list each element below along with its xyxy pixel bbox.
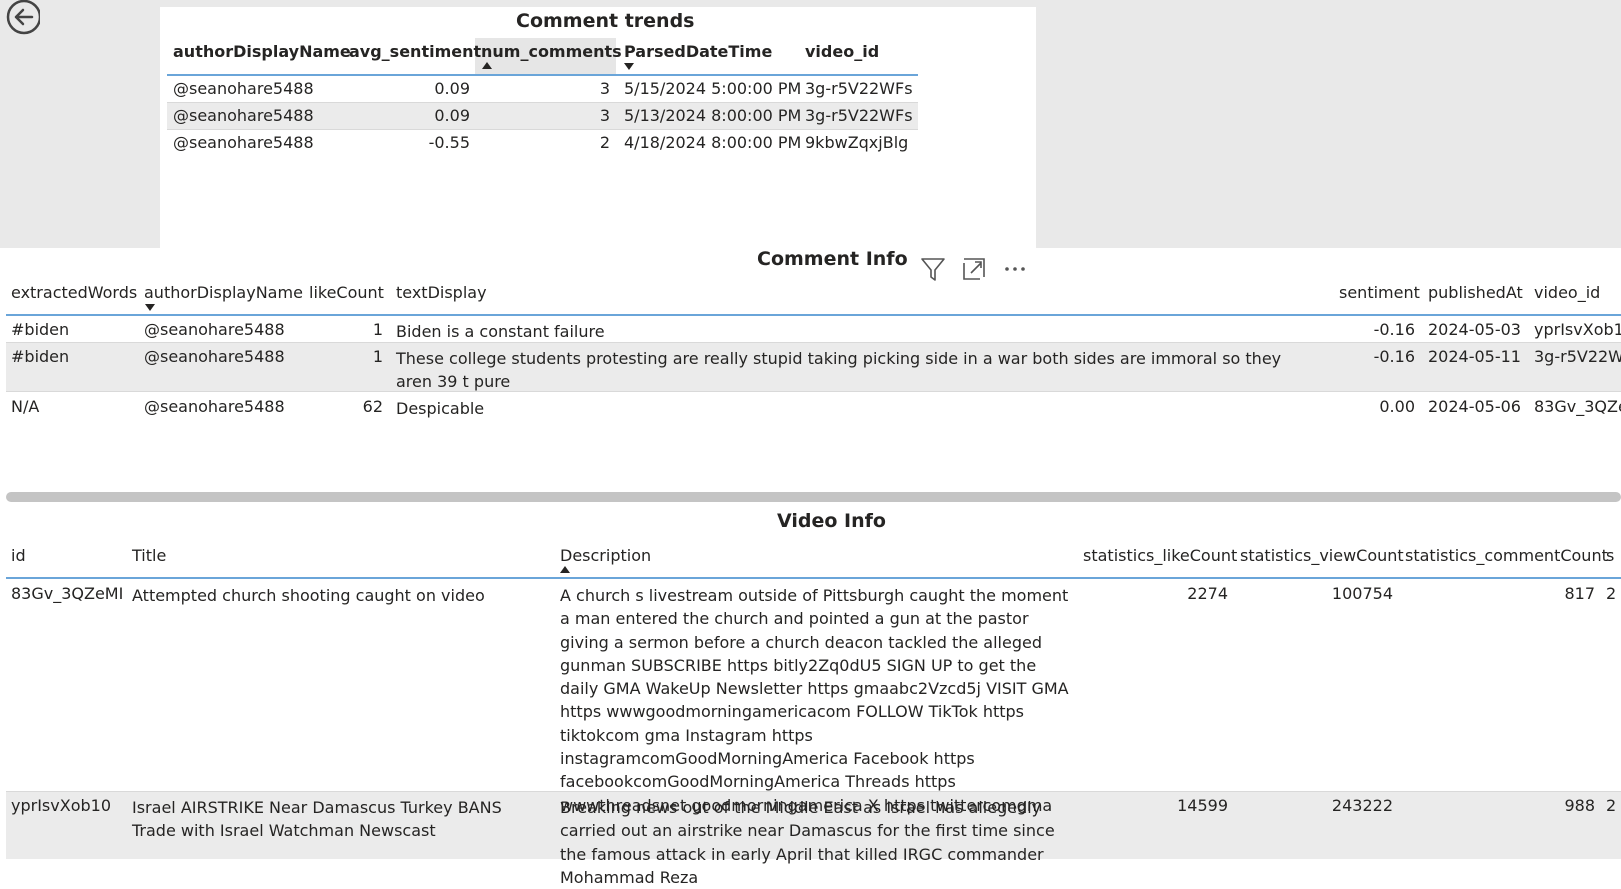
cell: @seanohare5488 (173, 133, 314, 152)
sort-descending-icon (624, 63, 634, 70)
cell: @seanohare5488 (144, 397, 285, 416)
cell: 0.09 (434, 106, 470, 125)
back-arrow-icon[interactable] (2, 0, 40, 38)
column-header[interactable]: statistics_likeCount (1083, 546, 1237, 565)
cell: Breaking news out of the Middle East as … (560, 798, 1055, 887)
cell: Israel AIRSTRIKE Near Damascus Turkey BA… (132, 798, 502, 841)
sort-ascending-icon (482, 62, 492, 69)
cell: 3g-r5V22WFs (1534, 347, 1621, 366)
visual-title: Video Info (777, 510, 886, 532)
sort-descending-icon (145, 304, 155, 311)
cell: 3 (599, 106, 610, 125)
cell: -0.16 (1373, 347, 1415, 366)
cell: 3g-r5V22WFs (805, 79, 913, 98)
header-underline (167, 74, 918, 76)
cell: 3 (599, 79, 610, 98)
cell: 1 (372, 320, 383, 339)
visual-title: Comment trends (516, 10, 695, 32)
horizontal-scrollbar[interactable] (6, 492, 1621, 502)
visual-title: Comment Info (757, 248, 908, 270)
cell: 2024-05-03 (1428, 320, 1521, 339)
cell: 83Gv_3QZeMI (11, 584, 124, 603)
column-header[interactable]: video_id (1534, 283, 1600, 302)
column-header[interactable]: extractedWords (11, 283, 137, 302)
row-separator (167, 129, 918, 130)
column-header[interactable]: num_comments (481, 42, 622, 61)
filter-icon[interactable] (919, 255, 947, 283)
column-header[interactable]: s (1606, 546, 1614, 565)
cell: 4/18/2024 8:00:00 PM (624, 133, 802, 152)
column-header[interactable]: Description (560, 546, 651, 565)
cell: yprIsvXob10 (1534, 320, 1621, 339)
column-header[interactable]: Title (132, 546, 166, 565)
column-header[interactable]: authorDisplayName (144, 283, 303, 302)
column-header[interactable]: statistics_commentCount (1405, 546, 1608, 565)
cell: Despicable (396, 399, 485, 418)
sort-ascending-icon (560, 566, 570, 573)
cell: 2024-05-06 (1428, 397, 1521, 416)
cell: @seanohare5488 (173, 79, 314, 98)
cell: 5/13/2024 8:00:00 PM (624, 106, 802, 125)
cell: #biden (11, 320, 70, 339)
column-header[interactable]: authorDisplayName (173, 42, 351, 61)
column-header[interactable]: id (11, 546, 26, 565)
column-header[interactable]: video_id (805, 42, 879, 61)
cell: A church s livestream outside of Pittsbu… (560, 586, 1069, 815)
cell: @seanohare5488 (144, 347, 285, 366)
cell: #biden (11, 347, 70, 366)
column-header[interactable]: likeCount (309, 283, 384, 302)
column-header[interactable]: sentiment (1339, 283, 1420, 302)
cell: 2 (1606, 796, 1617, 815)
cell: 14599 (1177, 796, 1228, 815)
cell: 0.00 (1379, 397, 1415, 416)
cell: yprIsvXob10 (11, 796, 111, 815)
column-header[interactable]: avg_sentiment (349, 42, 481, 61)
cell: 1 (372, 347, 383, 366)
header-underline (6, 314, 1621, 316)
cell: 0.09 (434, 79, 470, 98)
cell: 2 (599, 133, 610, 152)
column-header[interactable]: publishedAt (1428, 283, 1523, 302)
cell: 9kbwZqxjBlg (805, 133, 909, 152)
cell: Biden is a constant failure (396, 322, 605, 341)
cell: 817 (1564, 584, 1595, 603)
cell: 2024-05-11 (1428, 347, 1521, 366)
cell: 2 (1606, 584, 1617, 603)
more-options-icon[interactable] (1001, 255, 1029, 283)
column-header[interactable]: statistics_viewCount (1240, 546, 1404, 565)
cell: @seanohare5488 (144, 320, 285, 339)
cell: -0.16 (1373, 320, 1415, 339)
cell: 2274 (1187, 584, 1228, 603)
cell: 243222 (1331, 796, 1393, 815)
cell: @seanohare5488 (173, 106, 314, 125)
focus-mode-icon[interactable] (960, 255, 988, 283)
cell: 5/15/2024 5:00:00 PM (624, 79, 802, 98)
header-underline (6, 577, 1621, 579)
cell: These college students protesting are re… (396, 349, 1282, 392)
cell: 62 (362, 397, 383, 416)
cell: 988 (1564, 796, 1595, 815)
cell: -0.55 (428, 133, 470, 152)
cell: 100754 (1331, 584, 1393, 603)
cell: 3g-r5V22WFs (805, 106, 913, 125)
cell: N/A (11, 397, 40, 416)
comment-trends-visual: Comment trends authorDisplayName avg_sen… (160, 7, 1036, 248)
column-header[interactable]: textDisplay (396, 283, 487, 302)
cell: 83Gv_3QZeMI (1534, 397, 1621, 416)
cell: Attempted church shooting caught on vide… (132, 586, 485, 605)
column-header[interactable]: ParsedDateTime (624, 42, 772, 61)
